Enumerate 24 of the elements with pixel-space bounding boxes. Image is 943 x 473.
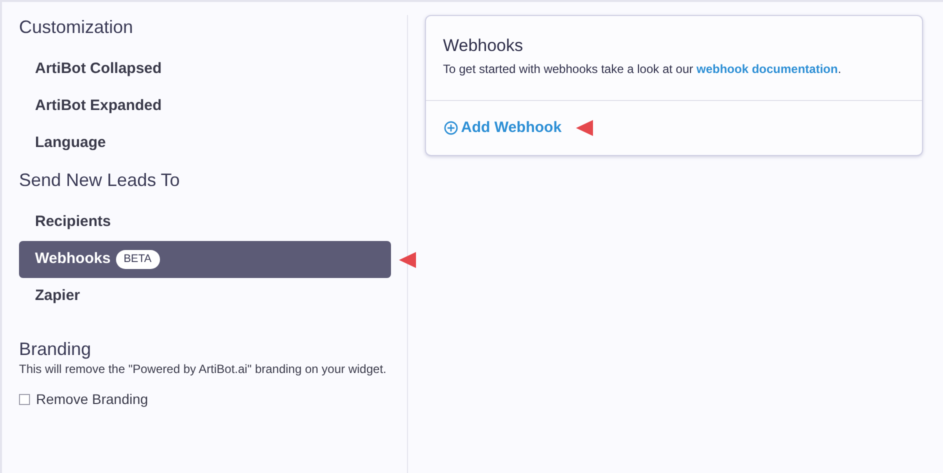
plus-circle-icon — [444, 121, 458, 135]
beta-badge: BETA — [116, 250, 160, 269]
section-heading: Send New Leads To — [19, 169, 181, 192]
sidebar-item[interactable]: Language — [19, 125, 391, 162]
checkbox-box[interactable] — [19, 394, 30, 405]
item-label: Recipients — [35, 212, 111, 232]
remove-branding-checkbox[interactable]: Remove Branding — [19, 389, 148, 410]
item-label: ArtiBot Expanded — [35, 96, 162, 116]
item-label: Zapier — [35, 286, 80, 306]
section-heading: Branding — [19, 338, 92, 361]
sidebar-item[interactable]: ArtiBot Collapsed — [19, 51, 391, 88]
branding-description: This will remove the "Powered by ArtiBot.ai" branding on your widget. — [19, 361, 388, 377]
card-description: To get started with webhooks take a look at our webhook documentation. — [443, 61, 842, 78]
pointer-arrow-icon — [576, 120, 593, 136]
sidebar-item[interactable]: Webhooks BETA — [19, 241, 391, 278]
pointer-arrow-icon — [399, 252, 416, 268]
section-heading: Customization — [19, 16, 134, 39]
card-title: Webhooks — [443, 35, 524, 57]
sidebar-item[interactable]: Recipients — [19, 204, 391, 241]
sidebar-item[interactable]: ArtiBot Expanded — [19, 88, 391, 125]
item-label: Webhooks — [35, 249, 111, 270]
item-label: ArtiBot Collapsed — [35, 59, 162, 80]
item-label: Language — [35, 133, 106, 154]
sidebar-item[interactable]: Zapier — [19, 278, 391, 315]
